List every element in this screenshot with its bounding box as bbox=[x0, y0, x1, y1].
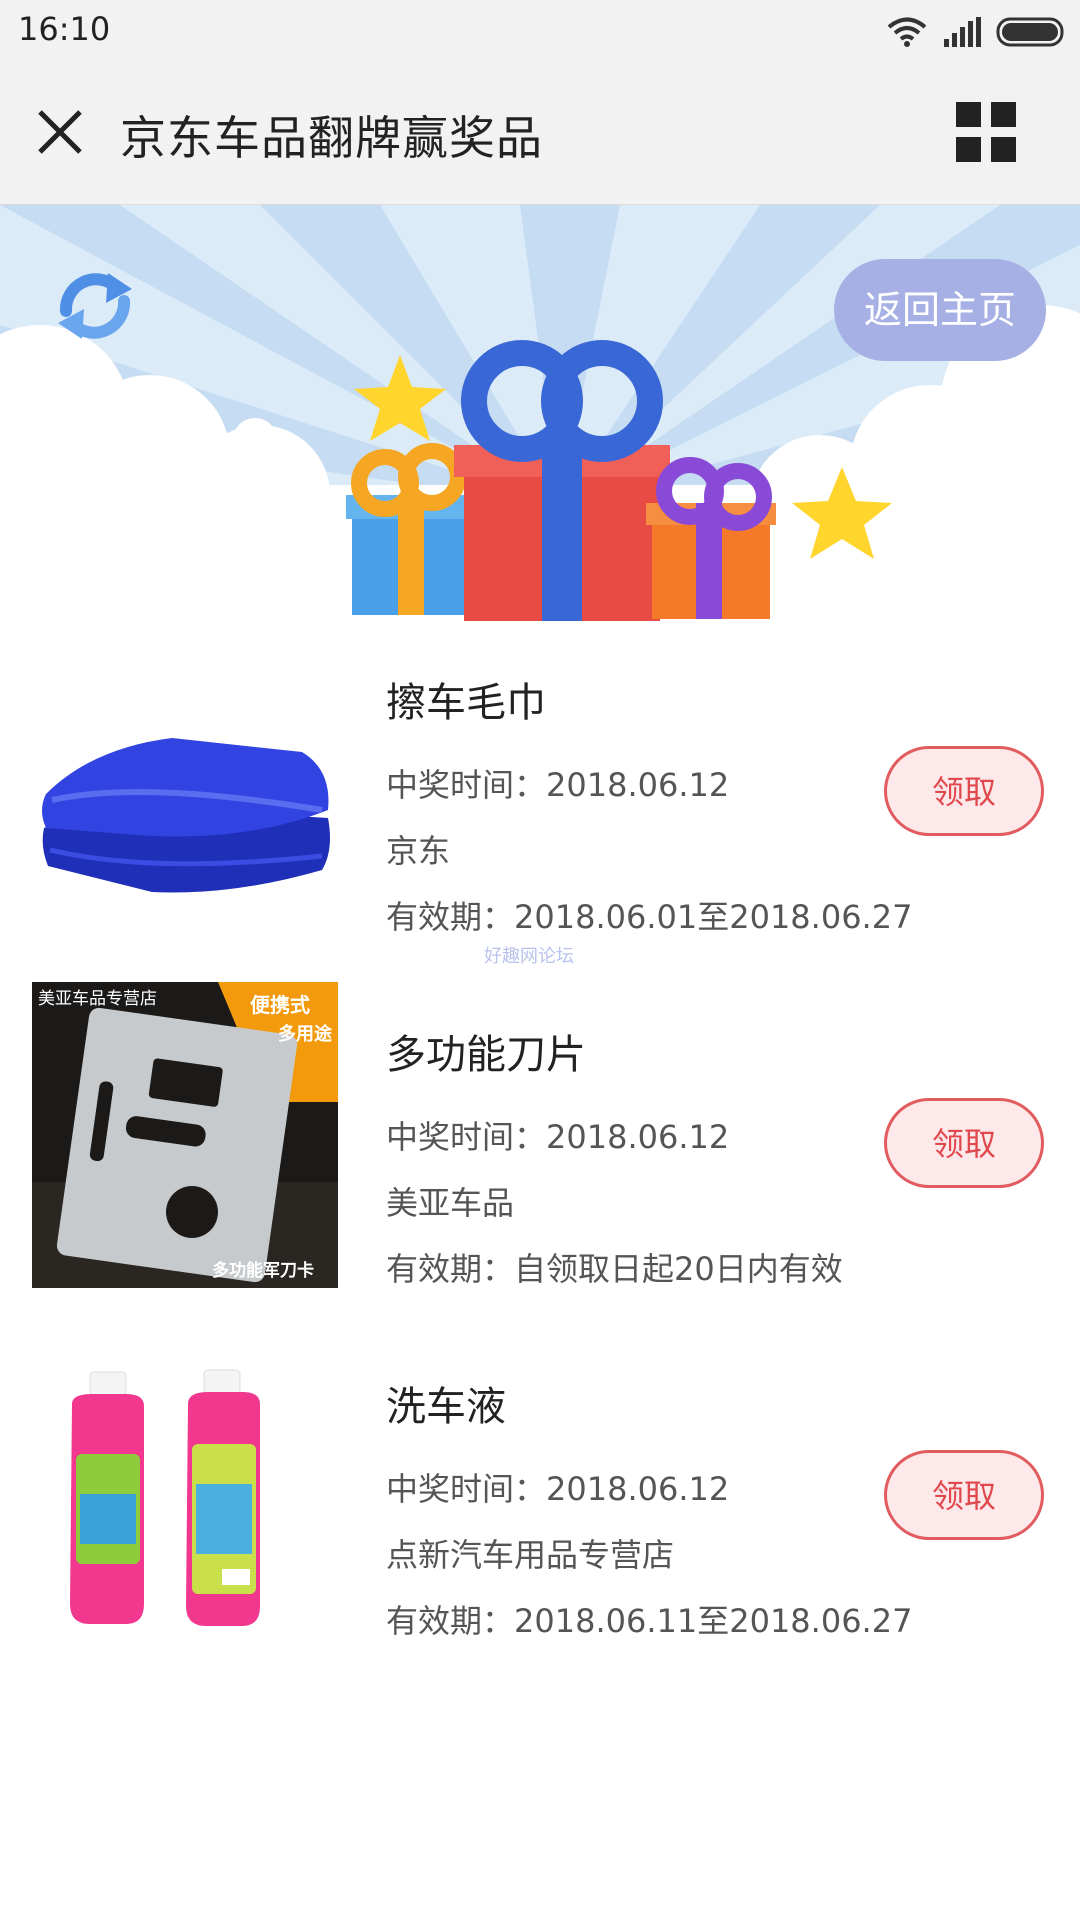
status-icons bbox=[886, 12, 1068, 52]
status-bar: 16:10 bbox=[0, 0, 1080, 62]
prize-name: 多功能刀片 bbox=[386, 1032, 586, 1078]
return-home-button[interactable]: 返回主页 bbox=[834, 259, 1046, 361]
validity: 有效期：2018.06.11至2018.06.27 bbox=[386, 1602, 913, 1640]
shop-name: 点新汽车用品专营店 bbox=[386, 1536, 675, 1574]
prize-item: 擦车毛巾 中奖时间：2018.06.12 京东 有效期：2018.06.01至2… bbox=[0, 630, 1080, 966]
prize-item: 洗车液 中奖时间：2018.06.12 点新汽车用品专营店 有效期：2018.0… bbox=[0, 1334, 1080, 1664]
signal-icon bbox=[944, 17, 981, 47]
claim-button[interactable]: 领取 bbox=[884, 746, 1044, 836]
battery-icon bbox=[996, 17, 1064, 47]
claim-button[interactable]: 领取 bbox=[884, 1098, 1044, 1188]
prize-item: 美亚车品专营店 便携式 多用途 多功能军刀卡 多功能刀片 中奖时间：2018.0… bbox=[0, 982, 1080, 1312]
store-name-text: 美亚车品专营店 bbox=[38, 989, 157, 1009]
shop-name: 美亚车品 bbox=[386, 1184, 515, 1222]
washer-fluid-image bbox=[32, 1334, 338, 1640]
watermark: 好趣网论坛 bbox=[484, 946, 574, 967]
win-time: 中奖时间：2018.06.12 bbox=[386, 1470, 730, 1508]
tag-line1-text: 便携式 bbox=[250, 993, 310, 1017]
prize-name: 洗车液 bbox=[386, 1384, 506, 1430]
status-time: 16:10 bbox=[18, 10, 111, 48]
claim-button[interactable]: 领取 bbox=[884, 1450, 1044, 1540]
title-bar: 京东车品翻牌赢奖品 bbox=[0, 62, 1080, 205]
prize-name: 擦车毛巾 bbox=[386, 680, 546, 726]
caption-text: 多功能军刀卡 bbox=[212, 1260, 314, 1281]
banner: 返回主页 bbox=[0, 205, 1080, 625]
tag-line2-text: 多用途 bbox=[278, 1023, 333, 1045]
blue-towel-image bbox=[32, 660, 338, 966]
refresh-icon[interactable] bbox=[50, 265, 140, 345]
multi-tool-card-image: 美亚车品专营店 便携式 多用途 多功能军刀卡 bbox=[32, 982, 338, 1288]
wifi-icon bbox=[887, 17, 927, 47]
validity: 有效期：自领取日起20日内有效 bbox=[386, 1250, 843, 1288]
close-icon[interactable] bbox=[28, 100, 92, 164]
shop-name: 京东 bbox=[386, 832, 451, 870]
win-time: 中奖时间：2018.06.12 bbox=[386, 1118, 730, 1156]
grid-menu-icon[interactable] bbox=[954, 100, 1018, 164]
page-title: 京东车品翻牌赢奖品 bbox=[120, 111, 543, 165]
validity: 有效期：2018.06.01至2018.06.27 bbox=[386, 898, 913, 936]
win-time: 中奖时间：2018.06.12 bbox=[386, 766, 730, 804]
